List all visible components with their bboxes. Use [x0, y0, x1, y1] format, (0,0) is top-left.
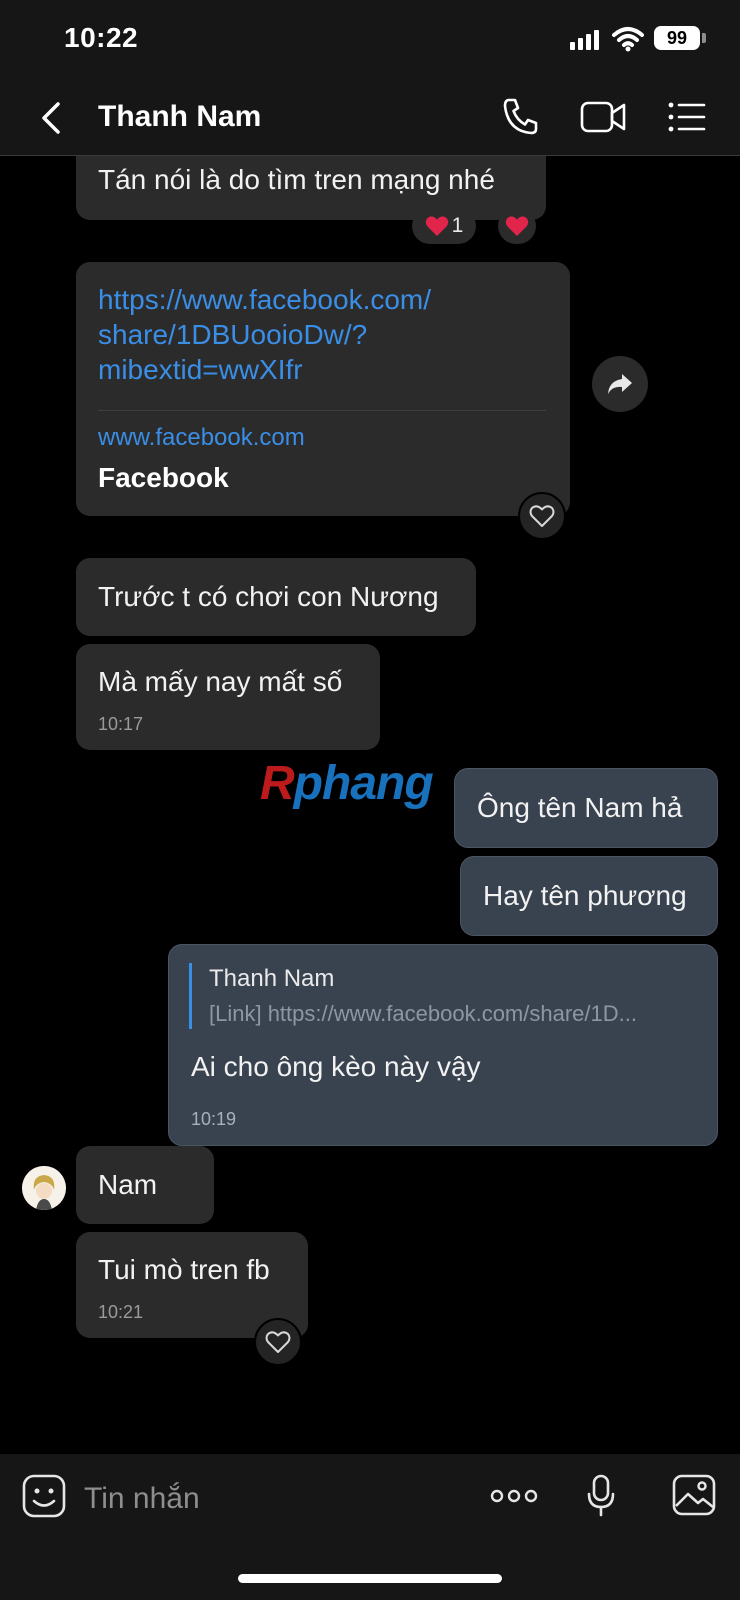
sticker-emoji-icon[interactable] — [22, 1474, 66, 1518]
message-link[interactable]: https://www.facebook.com/ share/1DBUooio… — [98, 282, 431, 387]
link-preview-domain: www.facebook.com — [98, 424, 305, 451]
link-message-bubble[interactable]: https://www.facebook.com/ share/1DBUooio… — [76, 262, 570, 516]
link-preview-title: Facebook — [98, 462, 229, 493]
message-bubble[interactable]: Tán nói là do tìm tren mạng nhé — [76, 156, 546, 220]
share-arrow-icon — [608, 374, 632, 394]
video-call-icon[interactable] — [580, 96, 628, 138]
message-text: Tán nói là do tìm tren mạng nhé — [98, 164, 495, 195]
heart-outline-icon — [265, 1331, 291, 1353]
sent-reply-bubble[interactable]: Thanh Nam [Link] https://www.facebook.co… — [168, 944, 718, 1146]
message-time: 10:19 — [191, 1109, 237, 1129]
link-text-line: mibextid=wwXIfr — [98, 354, 303, 385]
cellular-signal-icon — [570, 30, 602, 50]
reaction-count: 1 — [451, 214, 464, 237]
link-preview-divider — [98, 410, 546, 411]
phone-call-icon[interactable] — [500, 96, 540, 138]
like-heart-button[interactable] — [518, 492, 566, 540]
like-heart-button[interactable] — [254, 1318, 302, 1366]
battery-tip — [702, 33, 706, 43]
sent-message-bubble[interactable]: Hay tên phương — [460, 856, 718, 936]
microphone-icon[interactable] — [586, 1474, 616, 1518]
heart-outline-icon — [529, 505, 555, 527]
quote-indicator-bar — [189, 963, 192, 1029]
message-text: Ông tên Nam hả — [477, 792, 683, 823]
heart-reaction-icon — [425, 216, 448, 236]
message-bubble[interactable]: Nam — [76, 1146, 214, 1224]
menu-list-icon[interactable] — [668, 96, 706, 138]
message-text: Trước t có chơi con Nương — [98, 581, 439, 612]
message-text: Tui mò tren fb — [98, 1254, 270, 1285]
message-text: Hay tên phương — [483, 880, 687, 911]
message-time: 10:17 — [98, 714, 144, 734]
more-options-icon[interactable] — [490, 1484, 538, 1508]
share-button[interactable] — [592, 356, 648, 412]
home-indicator — [238, 1574, 502, 1583]
status-bar: 10:22 99 — [0, 0, 740, 80]
message-text: Ai cho ông kèo này vậy — [191, 1051, 481, 1082]
image-gallery-icon[interactable] — [672, 1474, 716, 1516]
message-time: 10:21 — [98, 1302, 144, 1322]
reaction-badge[interactable]: 1 — [412, 208, 476, 244]
wifi-icon — [612, 27, 644, 52]
message-text: Nam — [98, 1169, 158, 1200]
sender-avatar[interactable] — [22, 1166, 66, 1210]
link-text-line: share/1DBUooioDw/? — [98, 319, 368, 350]
message-list[interactable]: Tán nói là do tìm tren mạng nhé 1 https:… — [0, 156, 740, 1454]
message-input[interactable]: Tin nhắn — [84, 1482, 200, 1516]
watermark-logo: Rphang — [260, 756, 434, 811]
watermark-text: phang — [293, 757, 434, 810]
watermark-r: R — [260, 757, 295, 810]
battery-icon: 99 — [654, 26, 700, 50]
status-time: 10:22 — [64, 22, 139, 53]
message-text: Mà mấy nay mất số — [98, 666, 343, 697]
sent-message-bubble[interactable]: Ông tên Nam hả — [454, 768, 718, 848]
quoted-sender-name: Thanh Nam — [209, 965, 335, 992]
contact-name[interactable]: Thanh Nam — [98, 100, 261, 134]
add-heart-reaction-button[interactable] — [498, 208, 536, 244]
quoted-message-text[interactable]: [Link] https://www.facebook.com/share/1D… — [209, 1001, 637, 1027]
avatar-image — [22, 1166, 66, 1210]
message-bubble[interactable]: Mà mấy nay mất số 10:17 — [76, 644, 380, 750]
message-bubble[interactable]: Trước t có chơi con Nương — [76, 558, 476, 636]
chat-header: Thanh Nam — [0, 80, 740, 156]
back-arrow-icon[interactable] — [36, 98, 70, 138]
heart-reaction-icon — [505, 216, 529, 236]
link-text-line: https://www.facebook.com/ — [98, 284, 432, 315]
